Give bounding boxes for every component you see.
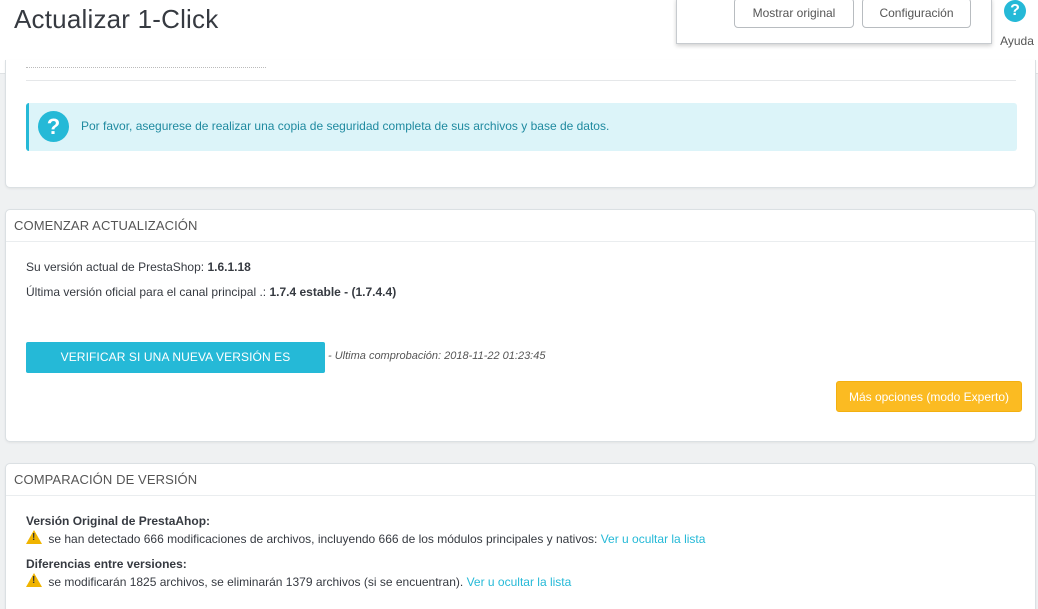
- help-label: Ayuda: [1000, 34, 1034, 48]
- help-button[interactable]: ? Ayuda: [996, 0, 1038, 52]
- panel-heading: COMPARACIÓN DE VERSIÓN: [6, 464, 1035, 496]
- original-version-label: Versión Original de PrestaAhop:: [26, 514, 211, 528]
- expert-mode-button[interactable]: Más opciones (modo Experto): [836, 381, 1022, 412]
- last-check-text: - Ultima comprobación: 2018-11-22 01:23:…: [328, 350, 546, 362]
- latest-version-line: Última versión oficial para el canal pri…: [26, 285, 396, 299]
- version-comparison-panel: COMPARACIÓN DE VERSIÓN Versión Original …: [5, 463, 1036, 609]
- backup-panel: ? Por favor, asegurese de realizar una c…: [5, 60, 1036, 188]
- toggle-diff-list-link[interactable]: Ver u ocultar la lista: [467, 575, 572, 589]
- backup-alert: ? Por favor, asegurese de realizar una c…: [26, 103, 1017, 151]
- panel-heading-text: COMENZAR ACTUALIZACIÓN: [14, 218, 198, 233]
- divider: [26, 80, 1016, 81]
- toggle-original-list-link[interactable]: Ver u ocultar la lista: [601, 532, 706, 546]
- latest-version-label: Última versión oficial para el canal pri…: [26, 285, 267, 299]
- diff-text: se modificarán 1825 archivos, se elimina…: [48, 575, 464, 589]
- backup-alert-text: Por favor, asegurese de realizar una cop…: [81, 119, 610, 133]
- warning-icon: [26, 530, 42, 544]
- current-version-label: Su versión actual de PrestaShop:: [26, 260, 205, 274]
- diff-line: se modificarán 1825 archivos, se elimina…: [26, 573, 571, 589]
- current-version-line: Su versión actual de PrestaShop: 1.6.1.1…: [26, 260, 251, 274]
- check-new-version-button[interactable]: VERIFICAR SI UNA NUEVA VERSIÓN ES DISPON…: [26, 342, 325, 395]
- original-version-text: se han detectado 666 modificaciones de a…: [48, 532, 598, 546]
- latest-version-value: 1.7.4 estable - (1.7.4.4): [269, 285, 397, 299]
- diff-label: Diferencias entre versiones:: [26, 557, 187, 571]
- panel-heading-text: COMPARACIÓN DE VERSIÓN: [14, 472, 198, 487]
- question-icon: ?: [38, 111, 69, 142]
- question-icon: ?: [1004, 0, 1026, 22]
- scrolled-content-remnant: [26, 65, 266, 68]
- show-original-button[interactable]: Mostrar original: [734, 0, 854, 28]
- panel-heading: COMENZAR ACTUALIZACIÓN: [6, 210, 1035, 242]
- page-title: Actualizar 1-Click: [14, 4, 219, 34]
- start-update-panel: COMENZAR ACTUALIZACIÓN Su versión actual…: [5, 209, 1036, 442]
- original-version-line: se han detectado 666 modificaciones de a…: [26, 530, 705, 546]
- configuration-button[interactable]: Configuración: [862, 0, 971, 28]
- current-version-value: 1.6.1.18: [207, 260, 251, 274]
- warning-icon: [26, 573, 42, 587]
